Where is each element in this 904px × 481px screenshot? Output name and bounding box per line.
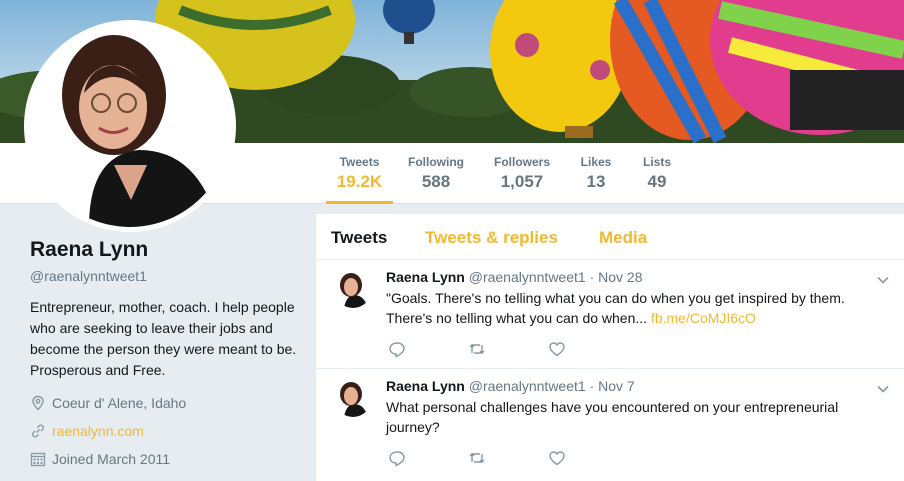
- tweet-header: Raena Lynn @raenalynntweet1 · Nov 7: [386, 378, 635, 394]
- profile-bio: Entrepreneur, mother, coach. I help peop…: [30, 299, 297, 378]
- tweet-link[interactable]: fb.me/CoMJI6cO: [651, 310, 756, 326]
- profile-card: Raena Lynn @raenalynntweet1 Entrepreneur…: [30, 238, 300, 467]
- timeline-tabs: Tweets Tweets & replies Media: [316, 214, 904, 260]
- profile-website: raenalynn.com: [30, 422, 300, 439]
- stat-following[interactable]: Following 588: [403, 143, 469, 204]
- tweet[interactable]: Raena Lynn @raenalynntweet1 · Nov 7 What…: [316, 369, 904, 481]
- stat-value: 1,057: [500, 172, 544, 191]
- retweet-icon[interactable]: [468, 340, 486, 358]
- stat-label: Tweets: [339, 155, 380, 169]
- avatar-image: [334, 270, 372, 308]
- map-pin-icon: [32, 395, 44, 410]
- tweet-body: What personal challenges have you encoun…: [386, 399, 839, 435]
- website-link[interactable]: raenalynn.com: [52, 423, 144, 439]
- profile-joined: Joined March 2011: [30, 450, 300, 467]
- profile-avatar[interactable]: [24, 20, 236, 232]
- tweet-text: What personal challenges have you encoun…: [386, 397, 876, 437]
- tweet-date[interactable]: · Nov 7: [590, 378, 635, 394]
- tweet-author-handle[interactable]: @raenalynntweet1: [469, 378, 586, 394]
- stat-label: Following: [408, 155, 464, 169]
- tweet-avatar[interactable]: [334, 379, 372, 417]
- stat-value: 19.2K: [336, 172, 383, 191]
- stat-label: Likes: [580, 155, 612, 169]
- link-icon: [32, 424, 44, 437]
- tweet-author-handle[interactable]: @raenalynntweet1: [469, 269, 586, 285]
- stat-lists[interactable]: Lists 49: [636, 143, 678, 204]
- heart-icon[interactable]: [548, 449, 566, 467]
- stat-value: 13: [586, 172, 606, 191]
- retweet-icon[interactable]: [468, 449, 486, 467]
- tab-tweets-replies[interactable]: Tweets & replies: [425, 228, 558, 248]
- calendar-icon: [30, 452, 46, 466]
- tweet-body: "Goals. There's no telling what you can …: [386, 290, 845, 326]
- heart-icon[interactable]: [548, 340, 566, 358]
- tab-tweets[interactable]: Tweets: [331, 228, 387, 248]
- joined-text: Joined March 2011: [52, 450, 171, 467]
- stat-label: Followers: [493, 155, 550, 169]
- profile-location: Coeur d' Alene, Idaho: [30, 394, 300, 411]
- chevron-down-icon[interactable]: [876, 273, 890, 287]
- avatar-image: [29, 25, 231, 227]
- stat-value: 49: [647, 172, 667, 191]
- tweet-avatar[interactable]: [334, 270, 372, 308]
- profile-handle[interactable]: @raenalynntweet1: [30, 268, 300, 284]
- stat-likes[interactable]: Likes 13: [573, 143, 619, 204]
- tweet-date[interactable]: · Nov 28: [590, 269, 643, 285]
- tweet-text: "Goals. There's no telling what you can …: [386, 288, 876, 328]
- tweet[interactable]: Raena Lynn @raenalynntweet1 · Nov 28 "Go…: [316, 260, 904, 369]
- profile-name[interactable]: Raena Lynn: [30, 238, 300, 262]
- chevron-down-icon[interactable]: [876, 382, 890, 396]
- timeline: Tweets Tweets & replies Media Raena Lynn…: [316, 214, 904, 481]
- reply-icon[interactable]: [388, 449, 406, 467]
- tweet-header: Raena Lynn @raenalynntweet1 · Nov 28: [386, 269, 643, 285]
- stat-label: Lists: [642, 155, 671, 169]
- tweet-author-name[interactable]: Raena Lynn: [386, 269, 465, 285]
- tab-media[interactable]: Media: [599, 228, 647, 248]
- location-text: Coeur d' Alene, Idaho: [52, 394, 187, 411]
- stat-followers[interactable]: Followers 1,057: [489, 143, 555, 204]
- avatar-image: [334, 379, 372, 417]
- reply-icon[interactable]: [388, 340, 406, 358]
- stat-value: 588: [421, 172, 451, 191]
- tweet-author-name[interactable]: Raena Lynn: [386, 378, 465, 394]
- stat-tweets[interactable]: Tweets 19.2K: [326, 143, 393, 204]
